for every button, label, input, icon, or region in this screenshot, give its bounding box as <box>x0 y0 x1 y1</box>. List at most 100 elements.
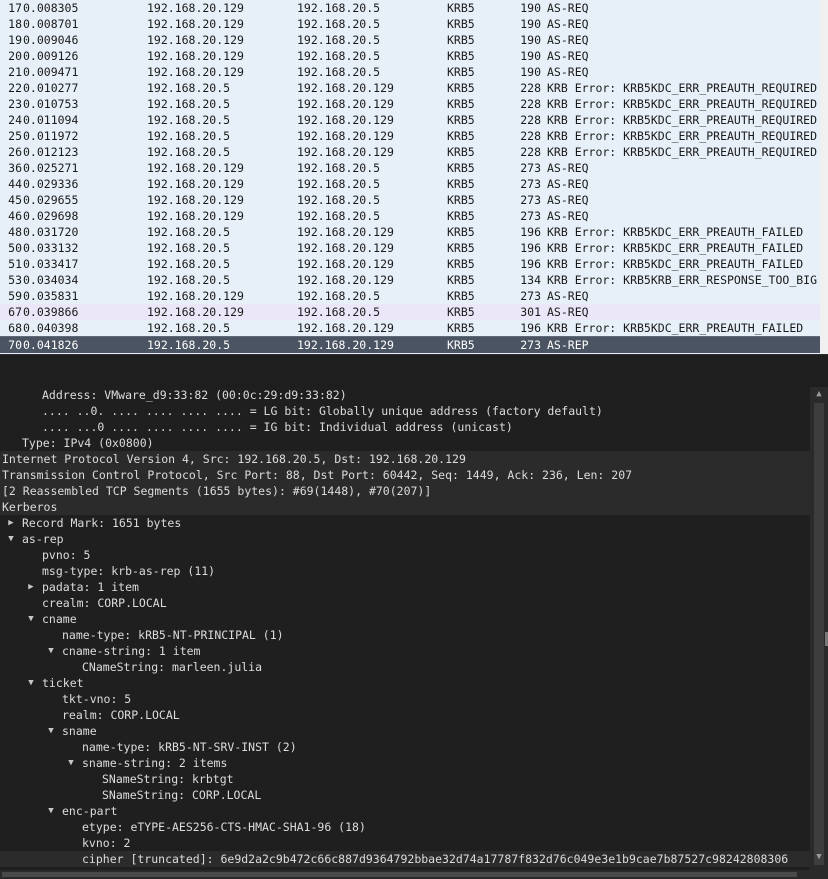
packet-proto-cell: KRB5 <box>447 305 475 319</box>
detail-tree-item[interactable]: realm: CORP.LOCAL <box>0 707 810 723</box>
packet-row[interactable]: 48 0.031720 192.168.20.5 192.168.20.129 KRB5… <box>0 224 828 240</box>
detail-tree-item[interactable]: pvno: 5 <box>0 547 810 563</box>
packet-row[interactable]: 46 0.029698 192.168.20.129 192.168.20.5 KRB5… <box>0 208 828 224</box>
detail-tree-item[interactable]: name-type: kRB5-NT-SRV-INST (2) <box>0 739 810 755</box>
detail-tree-item[interactable]: SNameString: CORP.LOCAL <box>0 787 810 803</box>
packet-row[interactable]: 45 0.029655 192.168.20.129 192.168.20.5 KRB5… <box>0 192 828 208</box>
packet-info-cell: KRB Error: KRB5KRB_ERR_RESPONSE_TOO_BIG <box>547 273 818 287</box>
packet-row[interactable]: 19 0.009046 192.168.20.129 192.168.20.5 KRB5… <box>0 32 828 48</box>
packet-no-cell: 23 <box>8 97 22 111</box>
packet-src-cell: 192.168.20.5 <box>147 257 231 271</box>
packet-row[interactable]: 36 0.025271 192.168.20.129 192.168.20.5 KRB5… <box>0 160 828 176</box>
expanded-arrow-icon[interactable]: ▼ <box>45 803 57 819</box>
packet-list[interactable]: 17 0.008305 192.168.20.129 192.168.20.5 KRB5… <box>0 0 828 354</box>
packet-time-cell: 0.029336 <box>23 177 79 191</box>
packet-src-cell: 192.168.20.129 <box>147 49 244 63</box>
packet-len-cell: 273 <box>520 289 541 303</box>
detail-tree-item-label: [2 Reassembled TCP Segments (1655 bytes)… <box>2 484 432 498</box>
detail-tree-item[interactable]: ▼ as-rep <box>0 531 810 547</box>
detail-tree-item[interactable]: etype: eTYPE-AES256-CTS-HMAC-SHA1-96 (18… <box>0 819 810 835</box>
packet-dst-cell: 192.168.20.5 <box>297 33 381 47</box>
detail-tree-item[interactable]: .... ...0 .... .... .... .... = IG bit: … <box>0 419 810 435</box>
packet-proto-cell: KRB5 <box>447 289 475 303</box>
packet-row[interactable]: 23 0.010753 192.168.20.5 192.168.20.129 KRB5… <box>0 96 828 112</box>
detail-tree-item[interactable]: .... ..0. .... .... .... .... = LG bit: … <box>0 403 810 419</box>
packet-time-cell: 0.029655 <box>23 193 79 207</box>
detail-tree-item-label: msg-type: krb-as-rep (11) <box>42 564 216 578</box>
packet-row[interactable]: 67 0.039866 192.168.20.129 192.168.20.5 KRB5… <box>0 304 828 320</box>
detail-tree-item[interactable]: Transmission Control Protocol, Src Port:… <box>0 467 810 483</box>
detail-tree-item[interactable]: Address: VMware_d9:33:82 (00:0c:29:d9:33… <box>0 387 810 403</box>
detail-tree-item[interactable]: kvno: 2 <box>0 835 810 851</box>
packet-dst-cell: 192.168.20.129 <box>297 321 394 335</box>
packet-dst-cell: 192.168.20.129 <box>297 97 394 111</box>
detail-tree-item[interactable]: ▼ sname <box>0 723 810 739</box>
expanded-arrow-icon[interactable]: ▼ <box>25 675 37 691</box>
packet-row[interactable]: 18 0.008701 192.168.20.129 192.168.20.5 KRB5… <box>0 16 828 32</box>
packet-no-cell: 45 <box>8 193 22 207</box>
detail-tree-item-label: realm: CORP.LOCAL <box>62 708 180 722</box>
expanded-arrow-icon[interactable]: ▼ <box>45 643 57 659</box>
packet-row[interactable]: 70 0.041826 192.168.20.5 192.168.20.129 KRB5… <box>0 336 828 353</box>
packet-proto-cell: KRB5 <box>447 209 475 223</box>
detail-tree-item[interactable]: [2 Reassembled TCP Segments (1655 bytes)… <box>0 483 810 499</box>
packet-len-cell: 228 <box>520 97 541 111</box>
packet-row[interactable]: 24 0.011094 192.168.20.5 192.168.20.129 KRB5… <box>0 112 828 128</box>
detail-tree-item[interactable]: msg-type: krb-as-rep (11) <box>0 563 810 579</box>
detail-tree-item[interactable]: ▼ cname <box>0 611 810 627</box>
packet-row[interactable]: 21 0.009471 192.168.20.129 192.168.20.5 KRB5… <box>0 64 828 80</box>
packet-row[interactable]: 51 0.033417 192.168.20.5 192.168.20.129 KRB5… <box>0 256 828 272</box>
detail-tree-item[interactable]: ▼ enc-part <box>0 803 810 819</box>
detail-tree-item[interactable]: cipher [truncated]: 6e9d2a2c9b472c66c887… <box>0 851 810 867</box>
packet-row[interactable]: 20 0.009126 192.168.20.129 192.168.20.5 KRB5… <box>0 48 828 64</box>
packet-row[interactable]: 44 0.029336 192.168.20.129 192.168.20.5 KRB5… <box>0 176 828 192</box>
packet-row[interactable]: 68 0.040398 192.168.20.5 192.168.20.129 KRB5… <box>0 320 828 336</box>
detail-tree-item-label: name-type: kRB5-NT-SRV-INST (2) <box>82 740 297 754</box>
detail-tree-item-label: kvno: 2 <box>82 836 131 850</box>
detail-tree-item[interactable]: tkt-vno: 5 <box>0 691 810 707</box>
collapsed-arrow-icon[interactable]: ▶ <box>5 515 17 531</box>
packet-row[interactable]: 53 0.034034 192.168.20.5 192.168.20.129 KRB5… <box>0 272 828 288</box>
packet-details-tree[interactable]: Address: VMware_d9:33:82 (00:0c:29:d9:33… <box>0 387 810 879</box>
scroll-thumb[interactable] <box>814 403 824 865</box>
packet-no-cell: 20 <box>8 49 22 63</box>
scroll-down-icon[interactable]: ▼ <box>810 851 828 863</box>
packet-src-cell: 192.168.20.129 <box>147 161 244 175</box>
detail-tree-item[interactable]: ▼ sname-string: 2 items <box>0 755 810 771</box>
detail-tree-item[interactable]: SNameString: krbtgt <box>0 771 810 787</box>
packet-list-scrollbar[interactable] <box>820 0 828 354</box>
packet-row[interactable]: 26 0.012123 192.168.20.5 192.168.20.129 KRB5… <box>0 144 828 160</box>
packet-len-cell: 301 <box>520 305 541 319</box>
packet-row[interactable]: 25 0.011972 192.168.20.5 192.168.20.129 KRB5… <box>0 128 828 144</box>
detail-tree-item[interactable]: crealm: CORP.LOCAL <box>0 595 810 611</box>
packet-row[interactable]: 50 0.033132 192.168.20.5 192.168.20.129 KRB5… <box>0 240 828 256</box>
packet-dst-cell: 192.168.20.5 <box>297 17 381 31</box>
packet-proto-cell: KRB5 <box>447 113 475 127</box>
collapsed-arrow-icon[interactable]: ▶ <box>25 579 37 595</box>
detail-tree-item[interactable]: CNameString: marleen.julia <box>0 659 810 675</box>
detail-tree-item[interactable]: ▼ ticket <box>0 675 810 691</box>
pane-splitter[interactable] <box>0 354 828 387</box>
detail-tree-item[interactable]: ▼ cname-string: 1 item <box>0 643 810 659</box>
expanded-arrow-icon[interactable]: ▼ <box>25 611 37 627</box>
scroll-up-icon[interactable]: ▲ <box>810 387 828 401</box>
detail-tree-item[interactable]: ▶ padata: 1 item <box>0 579 810 595</box>
expanded-arrow-icon[interactable]: ▼ <box>5 531 17 547</box>
detail-tree-item[interactable]: Kerberos <box>0 499 810 515</box>
packet-row[interactable]: 59 0.035831 192.168.20.129 192.168.20.5 KRB5… <box>0 288 828 304</box>
detail-tree-item[interactable]: name-type: kRB5-NT-PRINCIPAL (1) <box>0 627 810 643</box>
detail-tree-item[interactable]: Internet Protocol Version 4, Src: 192.16… <box>0 451 810 467</box>
packet-proto-cell: KRB5 <box>447 177 475 191</box>
packet-dst-cell: 192.168.20.5 <box>297 65 381 79</box>
packet-time-cell: 0.040398 <box>23 321 79 335</box>
packet-len-cell: 228 <box>520 129 541 143</box>
packet-row[interactable]: 22 0.010277 192.168.20.5 192.168.20.129 KRB5… <box>0 80 828 96</box>
expanded-arrow-icon[interactable]: ▼ <box>65 755 77 771</box>
details-horizontal-scrollbar[interactable] <box>0 870 810 879</box>
packet-no-cell: 53 <box>8 273 22 287</box>
horizontal-scroll-thumb[interactable] <box>2 872 797 877</box>
detail-tree-item[interactable]: Type: IPv4 (0x0800) <box>0 435 810 451</box>
expanded-arrow-icon[interactable]: ▼ <box>45 723 57 739</box>
detail-tree-item[interactable]: ▶ Record Mark: 1651 bytes <box>0 515 810 531</box>
packet-row[interactable]: 17 0.008305 192.168.20.129 192.168.20.5 KRB5… <box>0 0 828 16</box>
